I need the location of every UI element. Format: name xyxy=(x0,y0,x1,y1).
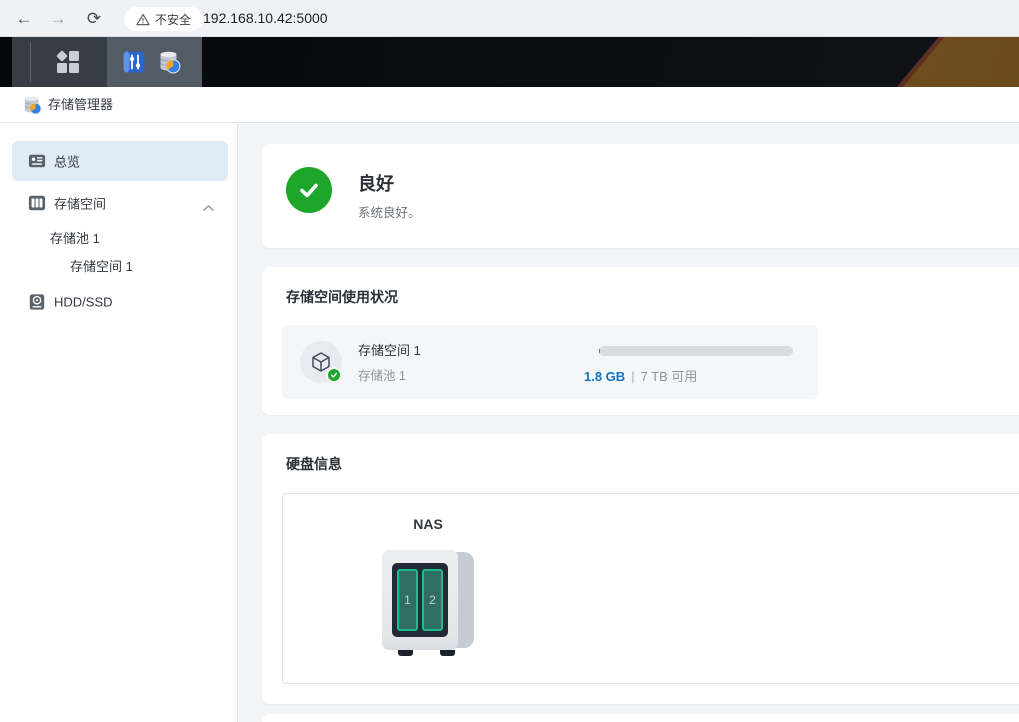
sidebar-item-label: 存储池 1 xyxy=(50,228,100,247)
nas-foot xyxy=(398,650,413,656)
address-bar-url[interactable]: 192.168.10.42:5000 xyxy=(203,10,328,26)
usage-separator: | xyxy=(631,369,634,384)
storage-manager-logo-icon xyxy=(22,95,42,115)
main-content: 良好 系统良好。 存储空间使用状况 存储空间 1 存储池 1 1.8 GB | 7 … xyxy=(238,124,1019,722)
volume-used-text: 1.8 GB xyxy=(584,369,625,384)
storage-manager-app-icon[interactable] xyxy=(157,50,181,74)
disk-info-card: 硬盘信息 NAS 1 2 xyxy=(262,434,1019,704)
usage-section-title: 存储空间使用状况 xyxy=(286,287,398,307)
sidebar-item-storage[interactable]: 存储空间 xyxy=(0,185,238,221)
volume-icon xyxy=(28,194,46,212)
volume-usage-progressbar xyxy=(599,346,793,356)
health-description: 系统良好。 xyxy=(358,202,421,221)
hdd-icon xyxy=(28,293,46,311)
nas-device-box: NAS 1 2 xyxy=(282,493,1019,684)
sidebar-item-overview[interactable]: 总览 xyxy=(0,141,238,181)
sidebar-item-volume-1[interactable]: 存储空间 1 xyxy=(70,254,133,276)
drive-bay-2[interactable]: 2 xyxy=(422,569,443,631)
security-chip-label: 不安全 xyxy=(155,11,191,28)
sidebar-item-label: 存储空间 1 xyxy=(70,256,133,275)
health-card: 良好 系统良好。 xyxy=(262,144,1019,248)
app-title: 存储管理器 xyxy=(48,87,113,123)
disks-section-title: 硬盘信息 xyxy=(286,454,342,474)
volume-usage-row[interactable]: 存储空间 1 存储池 1 1.8 GB | 7 TB 可用 xyxy=(282,325,818,399)
control-panel-app-icon[interactable] xyxy=(122,50,146,74)
open-apps-group xyxy=(107,37,202,87)
check-badge-icon xyxy=(326,367,342,383)
sidebar-item-hdd-ssd[interactable]: HDD/SSD xyxy=(0,284,238,320)
volume-usage-text: 1.8 GB | 7 TB 可用 xyxy=(584,366,697,385)
overview-icon xyxy=(28,152,46,170)
nas-bay-panel: 1 2 xyxy=(392,563,448,637)
app-grid-icon xyxy=(56,50,80,74)
warning-triangle-icon xyxy=(136,13,150,26)
browser-reload-button[interactable]: ⟳ xyxy=(82,7,106,31)
nas-foot xyxy=(440,650,455,656)
desktop-wallpaper xyxy=(0,37,1019,87)
browser-back-button[interactable]: ← xyxy=(12,7,36,31)
health-status-icon xyxy=(286,167,332,213)
browser-toolbar: ← → ⟳ 不安全 192.168.10.42:5000 xyxy=(0,0,1019,37)
nas-front-panel: 1 2 xyxy=(382,550,458,650)
chevron-up-icon[interactable] xyxy=(203,200,214,207)
next-card-partial xyxy=(262,714,1019,722)
browser-forward-button[interactable]: → xyxy=(46,7,70,31)
drive-bay-1[interactable]: 1 xyxy=(397,569,418,631)
sidebar-item-storage-pool-1[interactable]: 存储池 1 xyxy=(50,226,100,248)
volume-pool-name: 存储池 1 xyxy=(358,365,406,384)
sidebar: 总览 存储空间 存储池 1 存储空间 1 xyxy=(0,124,238,722)
volume-available-text: 7 TB 可用 xyxy=(641,369,698,384)
taskbar xyxy=(12,37,202,87)
taskbar-divider xyxy=(30,42,31,82)
storage-usage-card: 存储空间使用状况 存储空间 1 存储池 1 1.8 GB | 7 TB 可用 xyxy=(262,267,1019,415)
nas-illustration: 1 2 xyxy=(382,550,474,656)
volume-name: 存储空间 1 xyxy=(358,340,421,359)
health-status-text: 良好 xyxy=(358,170,394,196)
site-security-chip[interactable]: 不安全 xyxy=(124,7,203,31)
nas-device-label: NAS xyxy=(368,516,488,532)
main-menu-button[interactable] xyxy=(54,49,82,75)
sidebar-item-label: 存储空间 xyxy=(54,194,106,213)
app-titlebar: 存储管理器 xyxy=(0,87,1019,123)
sidebar-item-label: HDD/SSD xyxy=(54,295,113,310)
sidebar-item-label: 总览 xyxy=(54,152,80,171)
